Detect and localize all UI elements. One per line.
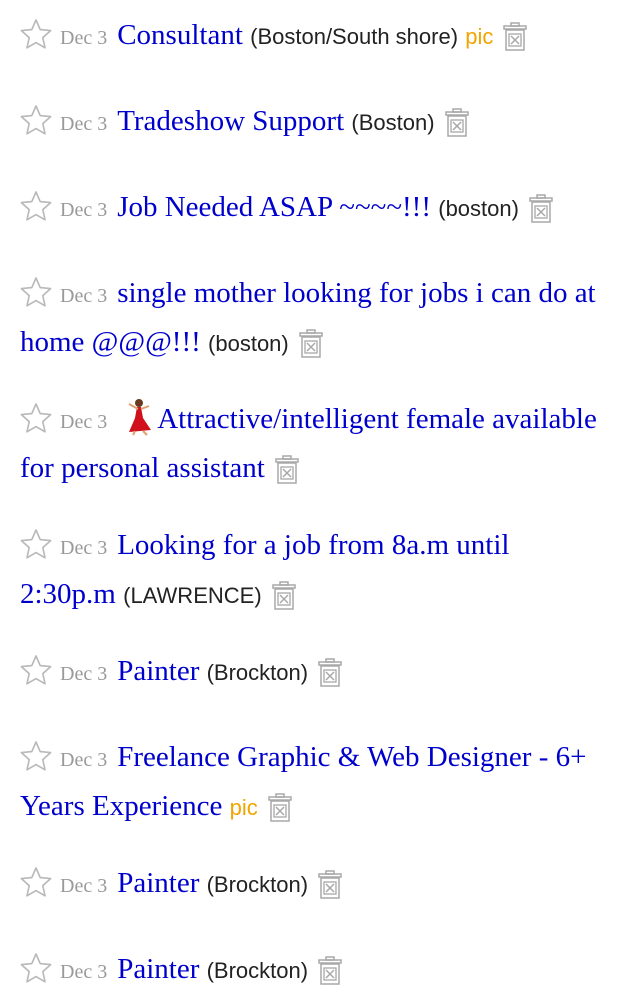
hide-listing-trash-icon[interactable] <box>501 20 529 51</box>
favorite-star-icon[interactable] <box>20 528 52 560</box>
favorite-star-icon[interactable] <box>20 276 52 308</box>
hide-listing-trash-icon[interactable] <box>527 192 555 223</box>
listing-row: Dec 3 Looking for a job from 8a.m until 2… <box>20 522 612 619</box>
hide-listing-trash-icon[interactable] <box>297 327 325 358</box>
hide-listing-trash-icon[interactable] <box>316 954 344 985</box>
listing-row: Dec 3 Painter (Brockton) <box>20 860 612 909</box>
listing-row: Dec 3 Painter (Brockton) <box>20 946 612 995</box>
listing-date: Dec 3 <box>60 663 108 685</box>
listing-location: (Brockton) <box>206 872 309 897</box>
listing-location: (Brockton) <box>206 660 309 685</box>
favorite-star-icon[interactable] <box>20 740 52 772</box>
listing-date: Dec 3 <box>60 27 108 49</box>
listing-location: (Brockton) <box>206 958 309 983</box>
listing-title-link[interactable]: Consultant <box>117 19 243 51</box>
favorite-star-icon[interactable] <box>20 104 52 136</box>
listing-date: Dec 3 <box>60 113 108 135</box>
hide-listing-trash-icon[interactable] <box>273 453 301 484</box>
listing-date: Dec 3 <box>60 749 108 771</box>
listing-location: (Boston/South shore) <box>250 24 459 49</box>
favorite-star-icon[interactable] <box>20 18 52 50</box>
favorite-star-icon[interactable] <box>20 190 52 222</box>
listing-location: (LAWRENCE) <box>123 583 262 608</box>
favorite-star-icon[interactable] <box>20 402 52 434</box>
pic-tag: pic <box>229 795 258 820</box>
listing-title-link[interactable]: Painter <box>117 953 199 985</box>
listing-date: Dec 3 <box>60 537 108 559</box>
listing-row: Dec 3 Attractive/intelligent female avail… <box>20 396 612 491</box>
pic-tag: pic <box>465 24 494 49</box>
listing-row: Dec 3 Consultant (Boston/South shore) pic <box>20 12 612 61</box>
hide-listing-trash-icon[interactable] <box>316 656 344 687</box>
favorite-star-icon[interactable] <box>20 866 52 898</box>
listing-row: Dec 3 Painter (Brockton) <box>20 648 612 697</box>
listing-title-link[interactable]: Job Needed ASAP ~~~~!!! <box>117 191 431 223</box>
listing-date: Dec 3 <box>60 411 108 433</box>
hide-listing-trash-icon[interactable] <box>443 106 471 137</box>
listing-date: Dec 3 <box>60 285 108 307</box>
favorite-star-icon[interactable] <box>20 654 52 686</box>
listing-location: (boston) <box>208 331 289 356</box>
listing-title-link[interactable]: Painter <box>117 867 199 899</box>
listing-row: Dec 3 single mother looking for jobs i ca… <box>20 270 612 367</box>
listing-date: Dec 3 <box>60 961 108 983</box>
hide-listing-trash-icon[interactable] <box>270 579 298 610</box>
listing-row: Dec 3 Job Needed ASAP ~~~~!!! (boston) <box>20 184 612 233</box>
listing-location: (boston) <box>438 196 519 221</box>
listing-date: Dec 3 <box>60 199 108 221</box>
listing-row: Dec 3 Freelance Graphic & Web Designer - … <box>20 734 612 831</box>
hide-listing-trash-icon[interactable] <box>316 868 344 899</box>
listing-title-link[interactable]: Painter <box>117 655 199 687</box>
dancer-emoji <box>117 396 157 436</box>
listing-date: Dec 3 <box>60 875 108 897</box>
listing-row: Dec 3 Tradeshow Support (Boston) <box>20 98 612 147</box>
hide-listing-trash-icon[interactable] <box>266 791 294 822</box>
listing-location: (Boston) <box>351 110 435 135</box>
favorite-star-icon[interactable] <box>20 952 52 984</box>
listing-title-link[interactable]: Tradeshow Support <box>117 105 344 137</box>
